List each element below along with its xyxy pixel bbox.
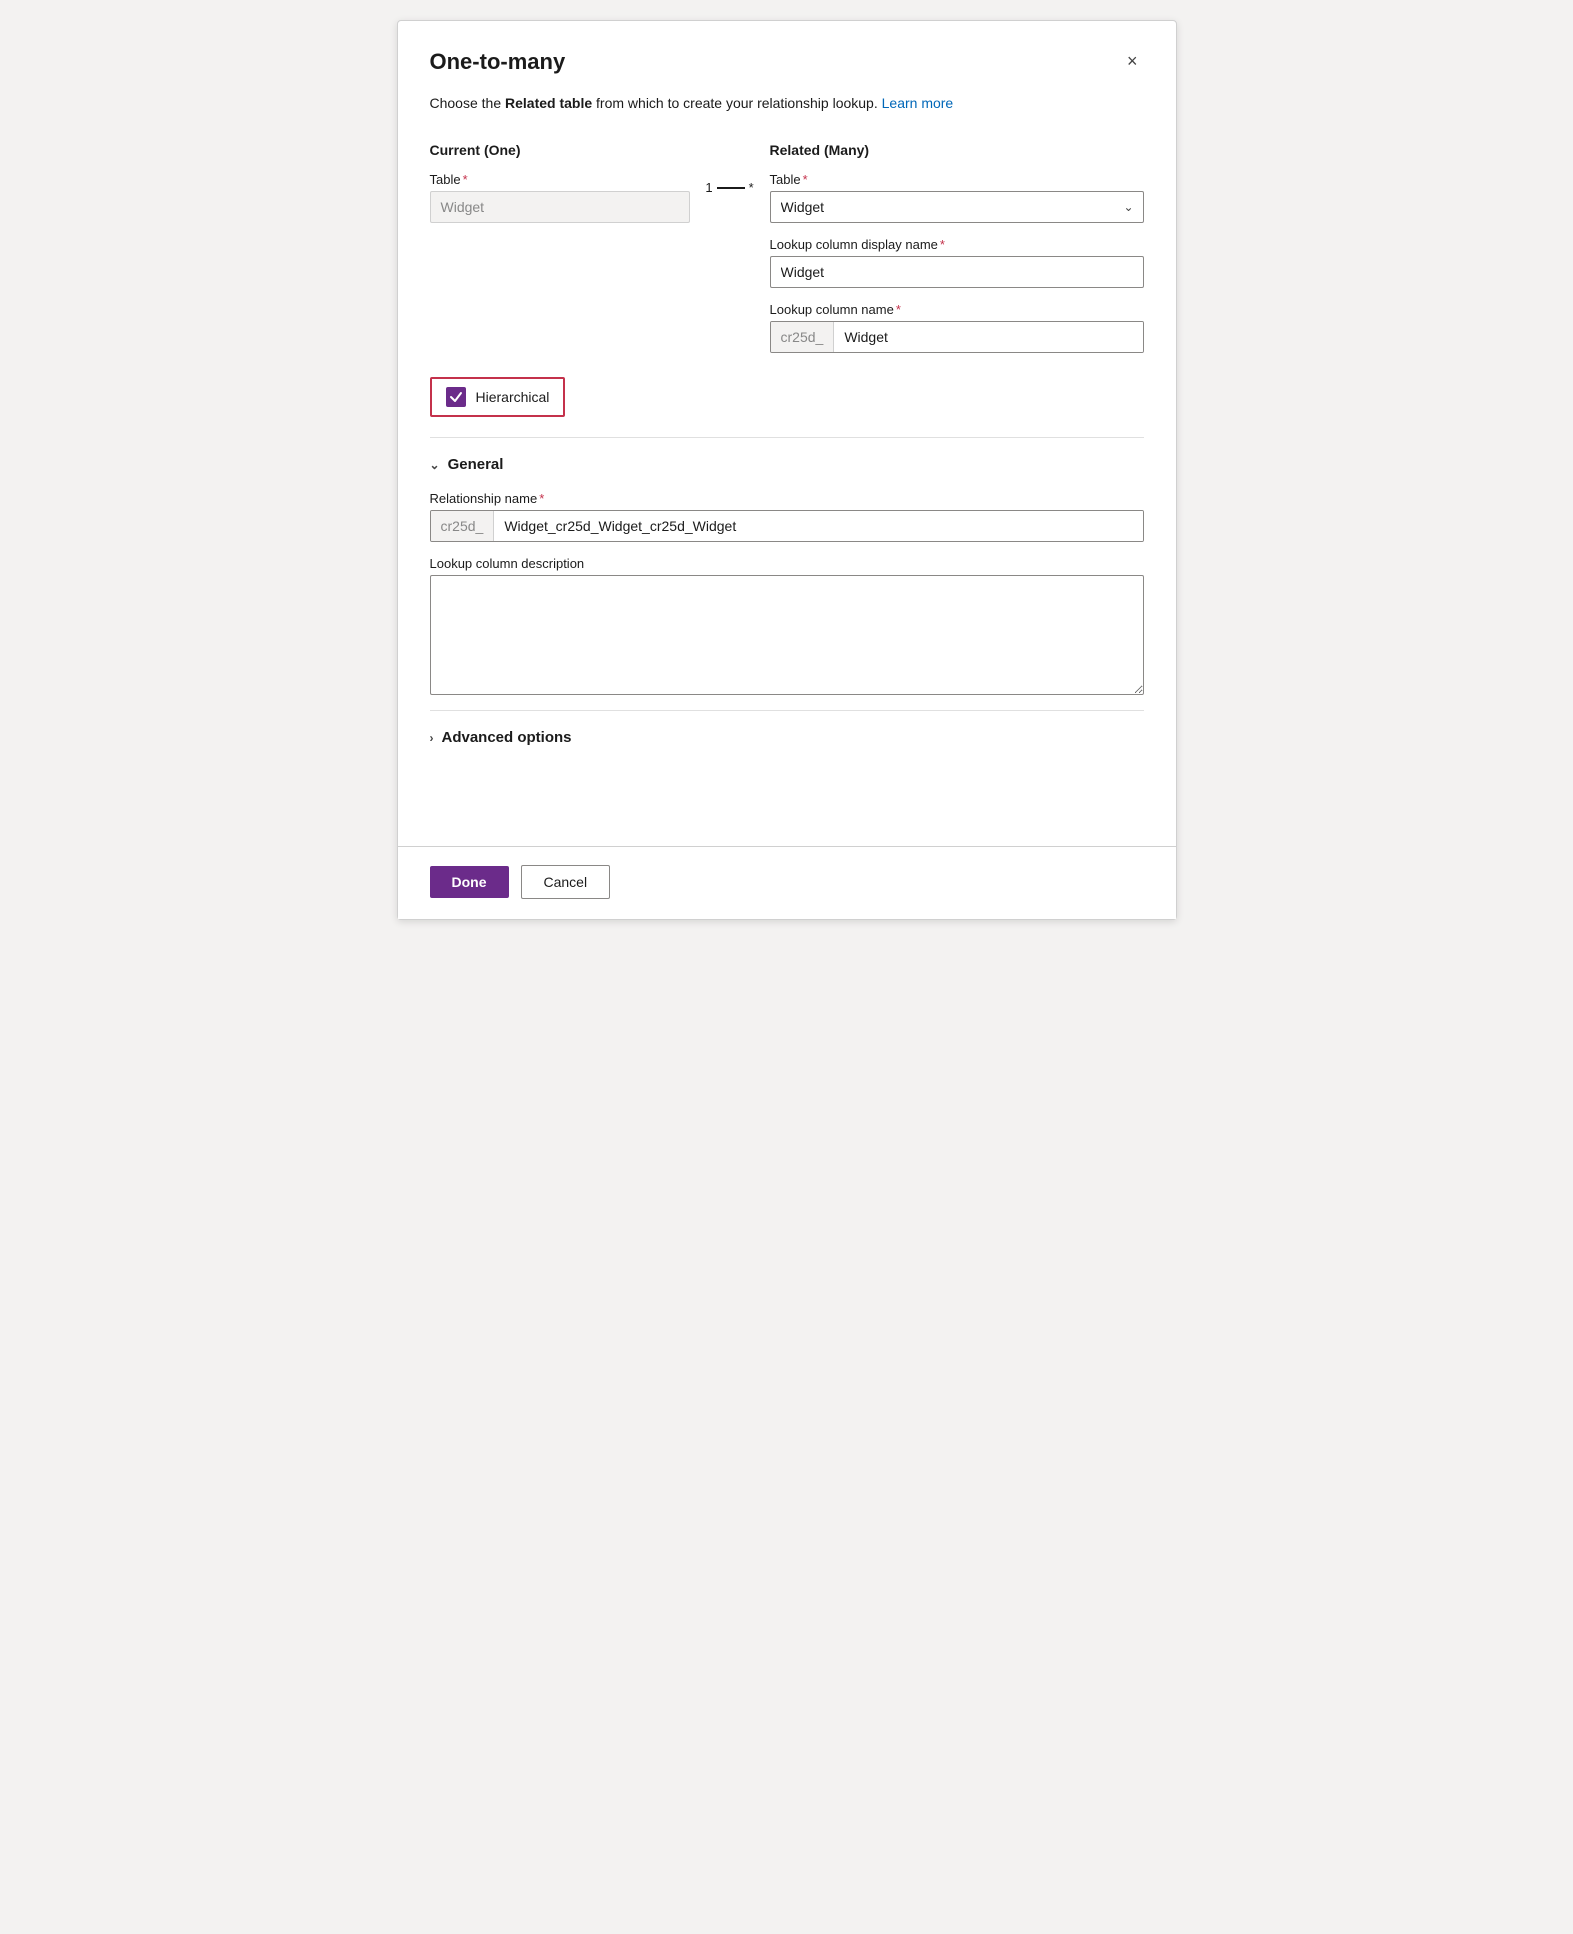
current-column: Current (One) Table* Widget	[430, 142, 690, 223]
lookup-name-input[interactable]	[834, 322, 1142, 352]
relationship-name-input-wrapper: cr25d_	[430, 510, 1144, 542]
connector-line: 1 *	[705, 180, 753, 195]
related-table-required-star: *	[803, 172, 808, 187]
lookup-description-textarea[interactable]	[430, 575, 1144, 695]
connector-dash	[717, 187, 745, 189]
footer-spacer	[430, 766, 1144, 846]
learn-more-link[interactable]: Learn more	[882, 95, 954, 111]
description-text: Choose the Related table from which to c…	[430, 93, 1144, 114]
general-section: ⌄ General Relationship name* cr25d_ Look…	[430, 456, 1144, 700]
dialog-title: One-to-many	[430, 49, 566, 75]
related-column: Related (Many) Table* Widget ⌄ Lookup co…	[770, 142, 1144, 353]
hierarchical-label[interactable]: Hierarchical	[476, 389, 550, 405]
related-table-select[interactable]: Widget	[770, 191, 1144, 223]
lookup-description-row: Lookup column description	[430, 556, 1144, 700]
advanced-toggle[interactable]: › Advanced options	[430, 729, 1144, 746]
chevron-down-icon: ⌄	[430, 458, 440, 472]
advanced-section: › Advanced options	[430, 729, 1144, 746]
current-table-label: Table*	[430, 172, 690, 187]
lookup-display-required-star: *	[940, 237, 945, 252]
lookup-name-input-wrapper: cr25d_	[770, 321, 1144, 353]
hierarchical-checkbox[interactable]	[446, 387, 466, 407]
dialog-header: One-to-many ×	[430, 49, 1144, 75]
current-heading: Current (One)	[430, 142, 690, 158]
description-before: Choose the	[430, 95, 506, 111]
cancel-button[interactable]: Cancel	[521, 865, 611, 899]
hierarchical-section: Hierarchical	[430, 377, 1144, 417]
description-bold: Related table	[505, 95, 592, 111]
footer: Done Cancel	[398, 846, 1176, 919]
relationship-name-input[interactable]	[494, 511, 1142, 541]
relationship-name-prefix: cr25d_	[431, 511, 495, 541]
lookup-display-label: Lookup column display name*	[770, 237, 1144, 252]
lookup-name-label: Lookup column name*	[770, 302, 1144, 317]
current-table-required-star: *	[463, 172, 468, 187]
close-button[interactable]: ×	[1121, 49, 1144, 74]
section-divider-2	[430, 710, 1144, 711]
advanced-toggle-label: Advanced options	[442, 729, 572, 746]
relationship-name-label: Relationship name*	[430, 491, 1144, 506]
relationship-name-row: Relationship name* cr25d_	[430, 491, 1144, 542]
connector-right: *	[749, 180, 754, 195]
related-table-select-wrapper: Widget ⌄	[770, 191, 1144, 223]
lookup-display-input[interactable]	[770, 256, 1144, 288]
related-heading: Related (Many)	[770, 142, 1144, 158]
section-divider	[430, 437, 1144, 438]
related-table-label: Table*	[770, 172, 1144, 187]
hierarchical-checkbox-row: Hierarchical	[430, 377, 566, 417]
chevron-right-icon: ›	[430, 731, 434, 745]
relationship-name-required-star: *	[539, 491, 544, 506]
lookup-name-required-star: *	[896, 302, 901, 317]
general-toggle[interactable]: ⌄ General	[430, 456, 1144, 473]
columns-row: Current (One) Table* Widget 1 * Related …	[430, 142, 1144, 353]
description-after: from which to create your relationship l…	[592, 95, 878, 111]
current-table-value: Widget	[430, 191, 690, 223]
checkmark-icon	[449, 390, 463, 404]
lookup-description-label: Lookup column description	[430, 556, 1144, 571]
connector: 1 *	[690, 180, 770, 195]
connector-left: 1	[705, 180, 712, 195]
general-toggle-label: General	[448, 456, 504, 473]
dialog: One-to-many × Choose the Related table f…	[397, 20, 1177, 920]
lookup-name-prefix: cr25d_	[771, 322, 835, 352]
done-button[interactable]: Done	[430, 866, 509, 898]
